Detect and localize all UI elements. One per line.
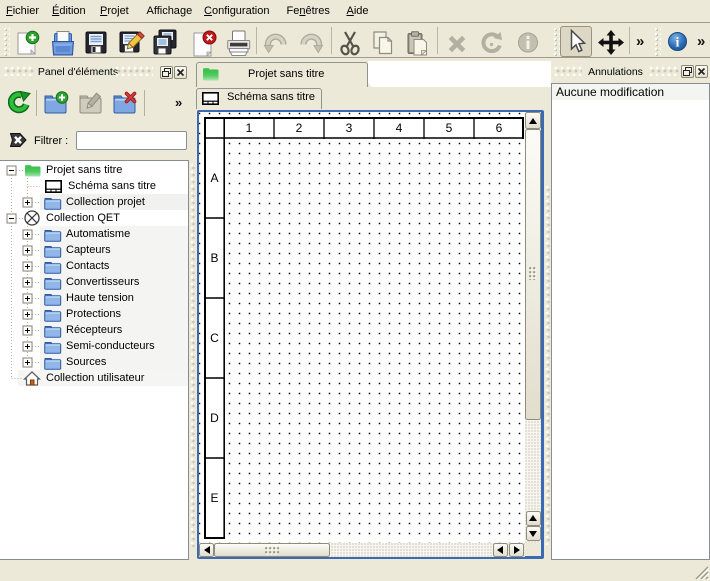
svg-text:C: C [210,331,219,345]
svg-text:D: D [210,411,219,425]
svg-text:B: B [210,251,218,265]
svg-text:3: 3 [346,121,353,135]
svg-text:5: 5 [446,121,453,135]
svg-text:1: 1 [246,121,253,135]
svg-text:6: 6 [496,121,503,135]
svg-text:i: i [676,36,680,51]
svg-text:E: E [210,491,218,505]
svg-text:2: 2 [296,121,303,135]
svg-text:A: A [210,171,218,185]
svg-text:4: 4 [396,121,403,135]
